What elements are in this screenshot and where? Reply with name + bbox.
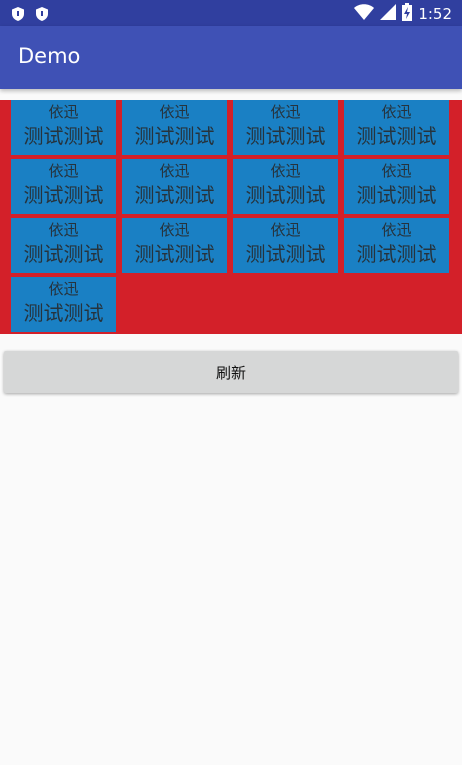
tile-top-label: 依迅 xyxy=(159,162,190,180)
status-time: 1:52 xyxy=(418,5,452,23)
tile-bottom-label: 测试测试 xyxy=(23,301,104,325)
grid-tile[interactable]: 依迅 测试测试 xyxy=(11,277,116,332)
grid-tile[interactable]: 依迅 测试测试 xyxy=(11,100,116,155)
grid-tile[interactable]: 依迅 测试测试 xyxy=(233,218,338,273)
app-bar: Demo xyxy=(0,26,462,89)
grid-tile[interactable]: 依迅 测试测试 xyxy=(344,159,449,214)
refresh-button[interactable]: 刷新 xyxy=(4,351,458,393)
tile-top-label: 依迅 xyxy=(381,221,412,239)
grid-tile[interactable]: 依迅 测试测试 xyxy=(233,159,338,214)
tile-bottom-label: 测试测试 xyxy=(356,242,437,266)
tile-top-label: 依迅 xyxy=(159,221,190,239)
page-title: Demo xyxy=(18,44,81,68)
tile-grid: 依迅 测试测试 依迅 测试测试 依迅 测试测试 依迅 测试测试 依迅 测试测试 依迅 测试测试 依迅 测试… xyxy=(0,100,462,334)
tile-top-label: 依迅 xyxy=(48,103,79,121)
tile-top-label: 依迅 xyxy=(381,103,412,121)
tile-top-label: 依迅 xyxy=(270,162,301,180)
tile-top-label: 依迅 xyxy=(270,221,301,239)
grid-tile[interactable]: 依迅 测试测试 xyxy=(233,100,338,155)
grid-tile[interactable]: 依迅 测试测试 xyxy=(122,159,227,214)
tile-top-label: 依迅 xyxy=(381,162,412,180)
grid-tile[interactable]: 依迅 测试测试 xyxy=(344,100,449,155)
shield-icon xyxy=(36,6,48,25)
wifi-icon xyxy=(354,4,375,24)
tile-top-label: 依迅 xyxy=(270,103,301,121)
tile-bottom-label: 测试测试 xyxy=(245,242,326,266)
battery-charging-icon xyxy=(402,3,413,25)
tile-top-label: 依迅 xyxy=(48,162,79,180)
tile-bottom-label: 测试测试 xyxy=(23,124,104,148)
tile-bottom-label: 测试测试 xyxy=(134,183,215,207)
grid-tile[interactable]: 依迅 测试测试 xyxy=(11,159,116,214)
tile-bottom-label: 测试测试 xyxy=(356,124,437,148)
tile-bottom-label: 测试测试 xyxy=(23,183,104,207)
grid-tile[interactable]: 依迅 测试测试 xyxy=(11,218,116,273)
grid-tile[interactable]: 依迅 测试测试 xyxy=(122,218,227,273)
grid-tile[interactable]: 依迅 测试测试 xyxy=(344,218,449,273)
signal-icon xyxy=(380,4,397,24)
tile-bottom-label: 测试测试 xyxy=(23,242,104,266)
status-bar: 1:52 xyxy=(0,0,462,26)
tile-bottom-label: 测试测试 xyxy=(245,124,326,148)
shield-icon xyxy=(12,6,24,25)
tile-top-label: 依迅 xyxy=(48,280,79,298)
tile-bottom-label: 测试测试 xyxy=(134,242,215,266)
grid-tile[interactable]: 依迅 测试测试 xyxy=(122,100,227,155)
tile-top-label: 依迅 xyxy=(48,221,79,239)
tile-top-label: 依迅 xyxy=(159,103,190,121)
tile-bottom-label: 测试测试 xyxy=(356,183,437,207)
tile-bottom-label: 测试测试 xyxy=(134,124,215,148)
tile-bottom-label: 测试测试 xyxy=(245,183,326,207)
